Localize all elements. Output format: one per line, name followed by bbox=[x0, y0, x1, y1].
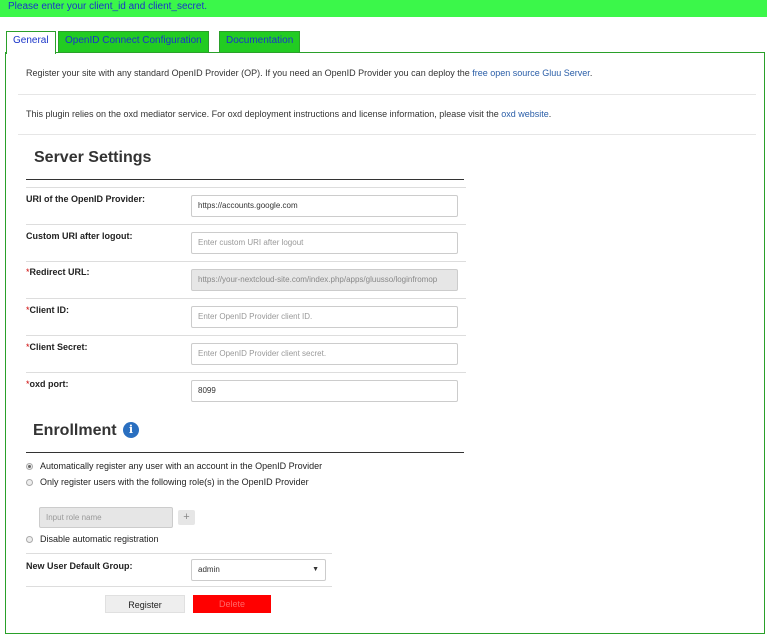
divider bbox=[18, 134, 756, 135]
oxd-port-input[interactable]: 8099 bbox=[191, 380, 458, 402]
role-name-input[interactable]: Input role name bbox=[39, 507, 173, 528]
oxd-port-label: *oxd port: bbox=[26, 379, 69, 389]
client-id-label: *Client ID: bbox=[26, 305, 70, 315]
provider-uri-input[interactable]: https://accounts.google.com bbox=[191, 195, 458, 217]
tab-openid-connect-configuration[interactable]: OpenID Connect Configuration bbox=[58, 31, 209, 53]
default-group-label: New User Default Group: bbox=[26, 561, 133, 571]
row-divider bbox=[26, 261, 466, 262]
delete-button[interactable]: Delete bbox=[193, 595, 271, 613]
role-register-radio[interactable] bbox=[26, 479, 33, 486]
section-rule bbox=[26, 179, 464, 180]
client-id-input[interactable]: Enter OpenID Provider client ID. bbox=[191, 306, 458, 328]
redirect-url-input: https://your-nextcloud-site.com/index.ph… bbox=[191, 269, 458, 291]
row-divider bbox=[26, 372, 466, 373]
tab-general[interactable]: General bbox=[6, 31, 56, 54]
client-secret-label: *Client Secret: bbox=[26, 342, 88, 352]
client-secret-input[interactable]: Enter OpenID Provider client secret. bbox=[191, 343, 458, 365]
custom-logout-uri-input[interactable]: Enter custom URI after logout bbox=[191, 232, 458, 254]
enrollment-heading: Enrollment i bbox=[33, 422, 140, 440]
auto-register-label: Automatically register any user with an … bbox=[40, 461, 323, 471]
enrollment-title: Enrollment bbox=[33, 422, 117, 439]
auto-register-radio[interactable] bbox=[26, 463, 33, 470]
provider-uri-label: URI of the OpenID Provider: bbox=[26, 194, 146, 204]
row-divider bbox=[26, 553, 332, 554]
register-button[interactable]: Register bbox=[105, 595, 185, 613]
notice-banner: Please enter your client_id and client_s… bbox=[0, 0, 767, 17]
tab-documentation[interactable]: Documentation bbox=[219, 31, 301, 53]
gluu-server-link[interactable]: free open source Gluu Server bbox=[472, 68, 590, 78]
add-role-button[interactable]: + bbox=[178, 510, 195, 525]
default-group-value: admin bbox=[198, 565, 220, 574]
op-info-text: Register your site with any standard Ope… bbox=[26, 68, 593, 78]
oxd-info-text: This plugin relies on the oxd mediator s… bbox=[26, 109, 552, 119]
info-icon[interactable]: i bbox=[123, 422, 140, 438]
role-register-label: Only register users with the following r… bbox=[40, 477, 309, 487]
row-divider bbox=[26, 187, 466, 188]
row-divider bbox=[26, 224, 466, 225]
server-settings-heading: Server Settings bbox=[34, 149, 152, 166]
caret-down-icon: ▼ bbox=[312, 566, 319, 573]
divider bbox=[18, 94, 756, 95]
row-divider bbox=[26, 335, 466, 336]
section-rule bbox=[26, 452, 464, 453]
disable-registration-radio[interactable] bbox=[26, 536, 33, 543]
oxd-website-link[interactable]: oxd website bbox=[501, 109, 549, 119]
redirect-url-label: *Redirect URL: bbox=[26, 267, 90, 277]
row-divider bbox=[26, 586, 332, 587]
row-divider bbox=[26, 298, 466, 299]
default-group-select[interactable]: admin ▼ bbox=[191, 559, 326, 581]
custom-logout-uri-label: Custom URI after logout: bbox=[26, 231, 133, 241]
disable-registration-label: Disable automatic registration bbox=[40, 534, 159, 544]
